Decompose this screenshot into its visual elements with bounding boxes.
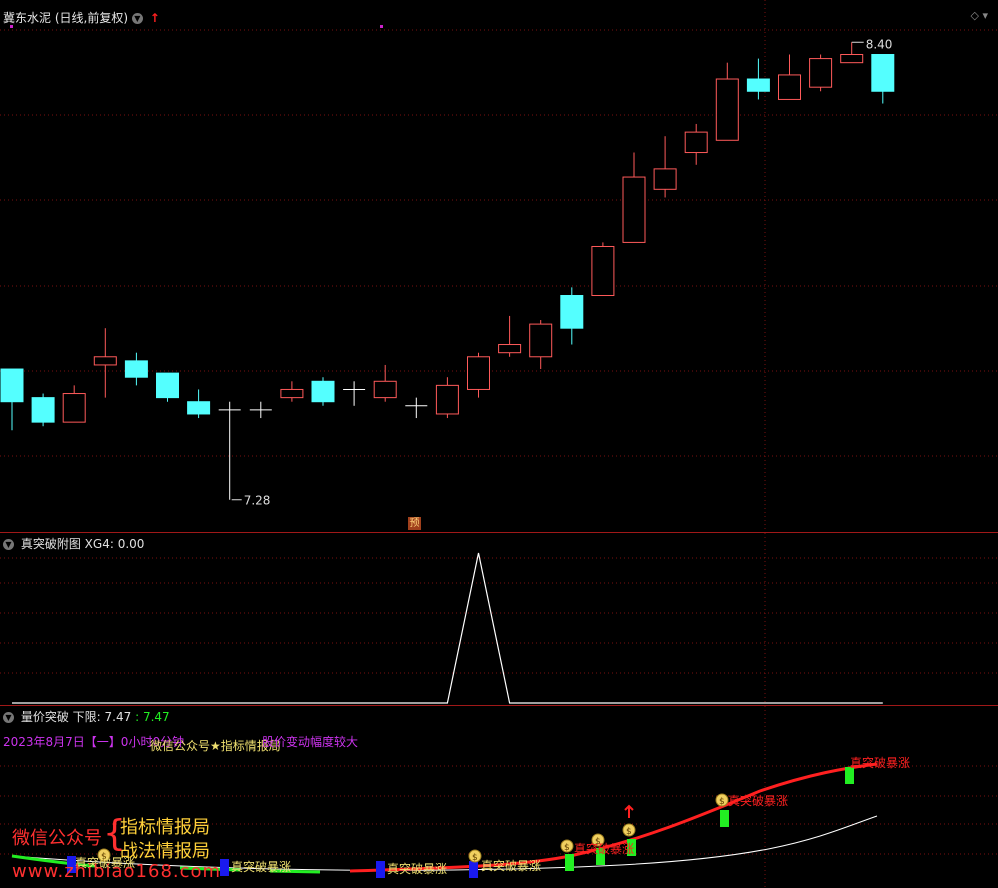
money-bag-icon: $: [472, 853, 478, 863]
candle-body: [498, 344, 522, 354]
signal-label: 真突破暴涨: [387, 862, 448, 876]
main-chart-panel[interactable]: 冀东水泥 (日线,前复权) ▼ ↑ ◇ ▾ 8.40 7.28 预: [0, 0, 998, 532]
candle-body: [591, 245, 615, 297]
candle-body: [840, 54, 864, 64]
money-bag-icon: $: [564, 843, 570, 853]
xg4-line-chart: [0, 533, 998, 705]
watermark-line2: 战法情报局: [120, 841, 210, 862]
forecast-marker: 预: [408, 517, 421, 530]
signal-label: 真突破暴涨: [728, 794, 789, 808]
xg4-series-line: [12, 552, 883, 704]
candle-body: [746, 78, 770, 92]
money-bag-icon: $: [719, 797, 725, 807]
candle-body: [653, 168, 677, 190]
candle-body: [467, 356, 490, 390]
signal-label: 真突破暴涨: [850, 756, 911, 770]
candle-body: [93, 356, 117, 366]
candle-body: [529, 323, 553, 358]
candle-body: [31, 397, 55, 423]
candle-body: [715, 78, 739, 141]
dot-marker: [10, 25, 13, 28]
candle-body: [124, 360, 148, 378]
watermark-line1: 指标情报局: [120, 817, 210, 838]
candlestick-chart: 8.40 7.28: [0, 0, 998, 532]
candle-body: [62, 393, 86, 423]
signal-block: [720, 810, 729, 827]
candle-body: [187, 401, 211, 415]
low-price-label: 7.28: [244, 494, 271, 508]
candle-body: [156, 372, 179, 399]
candle-body: [435, 384, 459, 415]
candle-body: [622, 176, 646, 243]
candle-body: [280, 388, 304, 399]
candle-body: [373, 380, 397, 399]
high-price-label: 8.40: [866, 37, 893, 51]
candle-body: [560, 295, 584, 329]
signal-label: 真突破暴涨: [481, 859, 542, 873]
dot-marker: [380, 25, 383, 28]
signal-label: 真突破暴涨: [574, 842, 635, 856]
wechat-label: 微信公众号: [12, 828, 102, 849]
signal-block: [220, 859, 229, 876]
up-arrow-icon: [624, 804, 634, 818]
watermark-url: www.zhibiao168.com: [12, 861, 222, 882]
candle-body: [871, 54, 895, 92]
indicator-panel-breakout[interactable]: ▼ 真突破附图 XG4: 0.00: [0, 533, 998, 705]
candle-body: [809, 58, 833, 88]
signal-block: [565, 854, 574, 871]
signal-label: 真突破暴涨: [231, 860, 292, 874]
signal-block: [469, 861, 478, 878]
money-bag-icon: $: [626, 827, 632, 837]
candle-body: [0, 368, 24, 403]
candle-body: [778, 74, 801, 100]
candle-body: [684, 131, 708, 154]
signal-block: [376, 861, 385, 878]
candle-body: [311, 380, 335, 403]
